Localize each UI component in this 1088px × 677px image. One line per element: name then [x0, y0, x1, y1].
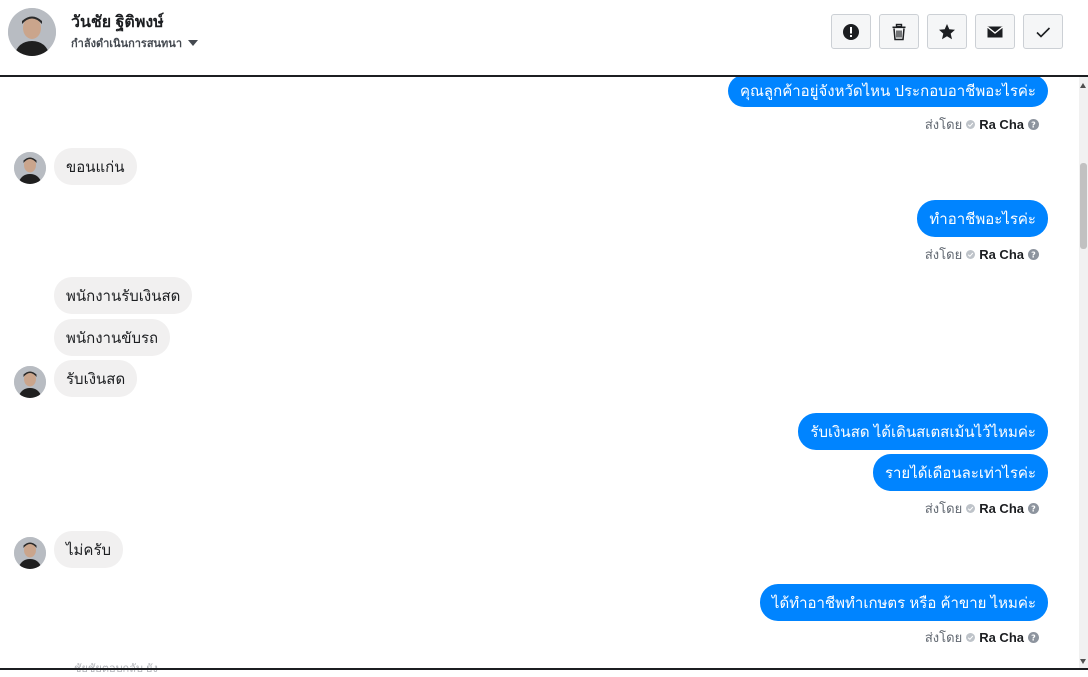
contact-avatar-small[interactable] — [14, 366, 46, 398]
conversation-header: วันชัย ฐิติพงษ์ กำลังดำเนินการสนทนา — [0, 0, 1088, 77]
outgoing-message[interactable]: รับเงินสด ได้เดินสเตสเม้นไว้ไหมค่ะ — [798, 413, 1048, 450]
sent-by-agent[interactable]: Ra Cha — [979, 501, 1024, 516]
caret-down-icon — [188, 40, 198, 46]
message-text: รับเงินสด ได้เดินสเตสเม้นไว้ไหมค่ะ — [810, 423, 1036, 441]
svg-text:?: ? — [1031, 505, 1036, 514]
message-thread[interactable]: คุณลูกค้าอยู่จังหวัดไหน ประกอบอาชีพอะไรค… — [0, 77, 1079, 668]
star-icon — [939, 23, 955, 39]
star-button[interactable] — [927, 14, 967, 49]
outgoing-message[interactable]: รายได้เดือนละเท่าไรค่ะ — [872, 454, 1048, 491]
sent-by-prefix: ส่งโดย — [924, 501, 963, 516]
sent-check-icon — [966, 250, 976, 259]
svg-text:?: ? — [1031, 634, 1036, 643]
svg-text:?: ? — [1031, 121, 1036, 130]
sent-check-icon — [966, 633, 976, 642]
incoming-message[interactable]: พนักงานรับเงินสด — [54, 277, 193, 314]
sent-by-agent[interactable]: Ra Cha — [979, 630, 1024, 645]
sent-by-prefix: ส่งโดย — [924, 247, 963, 262]
contact-avatar-small[interactable] — [14, 537, 46, 569]
status-label: กำลังดำเนินการสนทนา — [71, 38, 182, 50]
help-icon[interactable]: ? — [1028, 503, 1039, 514]
report-button[interactable] — [831, 14, 871, 49]
sent-by-row: ส่งโดย Ra Cha ? — [925, 498, 1039, 519]
help-icon[interactable]: ? — [1028, 119, 1039, 130]
sent-check-icon — [966, 120, 976, 129]
contact-avatar[interactable] — [8, 8, 56, 56]
message-text: ได้ทำอาชีพทำเกษตร หรือ ค้าขาย ไหมค่ะ — [771, 594, 1036, 612]
message-text: รายได้เดือนละเท่าไรค่ะ — [884, 464, 1036, 482]
mark-done-button[interactable] — [1023, 14, 1063, 49]
contact-avatar-small[interactable] — [14, 152, 46, 184]
sent-by-prefix: ส่งโดย — [924, 630, 963, 645]
message-text: ไม่ครับ — [66, 541, 112, 559]
sent-by-row: ส่งโดย Ra Cha ? — [925, 114, 1039, 135]
scroll-thumb[interactable] — [1080, 163, 1087, 249]
contact-name[interactable]: วันชัย ฐิติพงษ์ — [71, 10, 164, 35]
mark-unread-button[interactable] — [975, 14, 1015, 49]
message-text: รับเงินสด — [66, 370, 126, 388]
conversation-status-dropdown[interactable]: กำลังดำเนินการสนทนา — [71, 34, 198, 52]
incoming-message[interactable]: รับเงินสด — [54, 360, 138, 397]
sent-by-prefix: ส่งโดย — [924, 117, 963, 132]
report-icon — [843, 23, 859, 40]
sent-by-agent[interactable]: Ra Cha — [979, 117, 1024, 132]
outgoing-message[interactable]: คุณลูกค้าอยู่จังหวัดไหน ประกอบอาชีพอะไรค… — [727, 77, 1048, 107]
svg-text:?: ? — [1031, 251, 1036, 260]
incoming-message[interactable]: ไม่ครับ — [54, 531, 124, 568]
outgoing-message[interactable]: ทำอาชีพอะไรค่ะ — [917, 200, 1048, 237]
sent-by-agent[interactable]: Ra Cha — [979, 247, 1024, 262]
trash-icon — [892, 23, 906, 40]
message-text: คุณลูกค้าอยู่จังหวัดไหน ประกอบอาชีพอะไรค… — [739, 83, 1036, 100]
conversation-actions — [831, 14, 1063, 49]
sent-by-row: ส่งโดย Ra Cha ? — [925, 627, 1039, 648]
sent-check-icon — [966, 504, 976, 513]
message-text: พนักงานขับรถ — [66, 329, 159, 347]
scroll-down-arrow-icon[interactable] — [1080, 659, 1086, 664]
message-text: ทำอาชีพอะไรค่ะ — [929, 210, 1036, 228]
composer-divider — [0, 668, 1088, 670]
delete-button[interactable] — [879, 14, 919, 49]
incoming-message[interactable]: พนักงานขับรถ — [54, 319, 171, 356]
incoming-message[interactable]: ขอนแก่น — [54, 148, 137, 185]
checkmark-icon — [1036, 26, 1051, 38]
sent-by-row: ส่งโดย Ra Cha ? — [925, 244, 1039, 265]
message-text: ขอนแก่น — [66, 158, 125, 176]
thread-scrollbar[interactable] — [1079, 77, 1088, 668]
outgoing-message[interactable]: ได้ทำอาชีพทำเกษตร หรือ ค้าขาย ไหมค่ะ — [759, 584, 1048, 621]
scroll-up-arrow-icon[interactable] — [1080, 83, 1086, 88]
envelope-icon — [987, 25, 1003, 37]
help-icon[interactable]: ? — [1028, 249, 1039, 260]
message-text: พนักงานรับเงินสด — [66, 287, 181, 305]
help-icon[interactable]: ? — [1028, 632, 1039, 643]
